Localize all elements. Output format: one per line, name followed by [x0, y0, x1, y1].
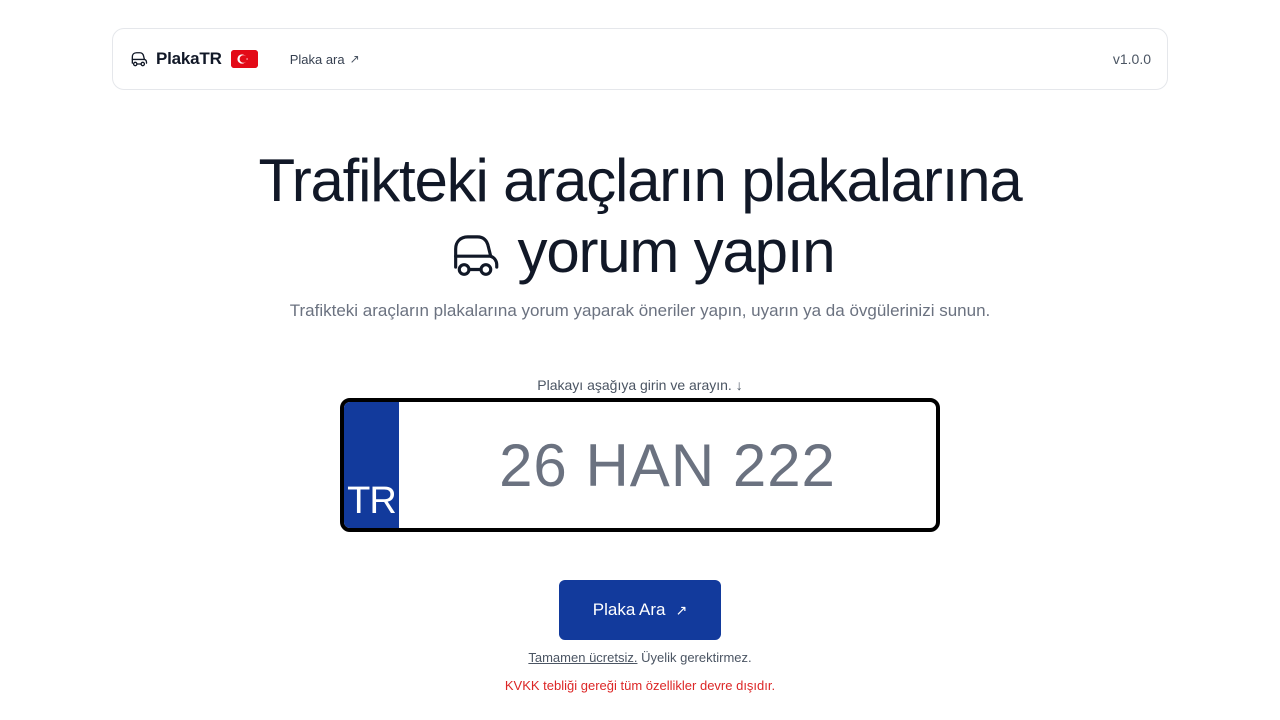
free-link[interactable]: Tamamen ücretsiz. — [528, 650, 637, 665]
plate-country-code: TR — [347, 480, 397, 522]
hero-title-line1: Trafikteki araçların plakalarına — [258, 147, 1022, 214]
free-note: Tamamen ücretsiz. Üyelik gerektirmez. — [0, 650, 1280, 665]
hero-title: Trafikteki araçların plakalarına yorum y… — [0, 145, 1280, 287]
brand-logo[interactable]: PlakaTR — [129, 49, 258, 69]
arrow-up-right-icon: ↗ — [349, 52, 360, 66]
hero-title-line2: yorum yapın — [517, 218, 836, 285]
navbar: PlakaTR Plaka ara ↗ v1.0.0 — [112, 28, 1168, 90]
search-hint: Plakayı aşağıya girin ve arayın. ↓ — [537, 377, 743, 393]
version-label: v1.0.0 — [1112, 51, 1151, 67]
plate-search-button-label: Plaka Ara — [592, 600, 666, 619]
plate-country-band: TR — [344, 402, 399, 528]
hero-title-line2-wrap: yorum yapın — [0, 216, 1280, 287]
free-note-rest: Üyelik gerektirmez. — [641, 650, 752, 665]
kvkk-notice: KVKK tebliği gereği tüm özellikler devre… — [504, 678, 776, 693]
turkey-flag-icon — [229, 50, 258, 68]
license-plate: TR — [340, 398, 940, 532]
nav-search-link[interactable]: Plaka ara ↗ — [290, 52, 360, 67]
car-icon — [129, 49, 149, 69]
hero-subtitle: Trafikteki araçların plakalarına yorum y… — [289, 301, 991, 320]
arrow-up-right-icon: ↗ — [675, 601, 688, 618]
car-icon — [446, 220, 504, 284]
plate-search-button[interactable]: Plaka Ara ↗ — [559, 580, 721, 640]
nav-search-label: Plaka ara — [289, 51, 345, 67]
plate-input[interactable] — [399, 402, 936, 528]
brand-name: PlakaTR — [156, 49, 222, 68]
